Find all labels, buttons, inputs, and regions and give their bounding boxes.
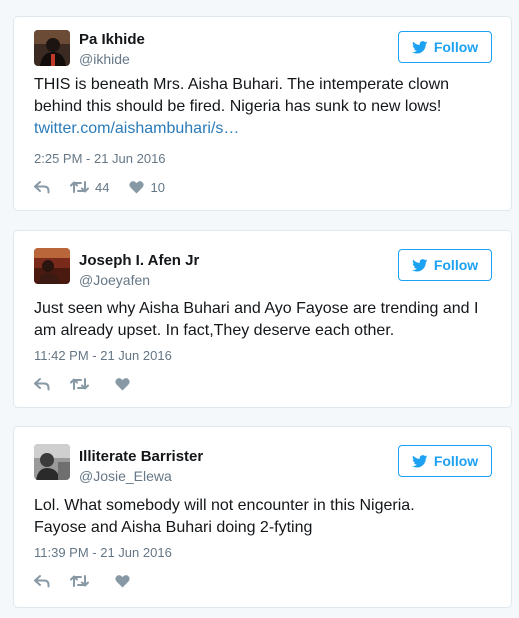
tweet-actions <box>34 571 130 591</box>
like-count: 10 <box>150 179 165 195</box>
tweet-card: Illiterate Barrister @Josie_Elewa Follow… <box>13 426 512 608</box>
heart-icon <box>129 180 145 194</box>
tweet-timestamp[interactable]: 11:42 PM - 21 Jun 2016 <box>34 348 172 363</box>
reply-icon <box>34 377 50 391</box>
tweet-timestamp[interactable]: 2:25 PM - 21 Jun 2016 <box>34 151 166 166</box>
tweet-text-line: THIS is beneath Mrs. Aisha Buhari. The i… <box>34 76 450 93</box>
follow-label: Follow <box>433 39 479 55</box>
twitter-bird-icon <box>411 40 428 54</box>
tweet-card: Joseph I. Afen Jr @Joeyafen Follow Just … <box>13 230 512 408</box>
display-name[interactable]: Joseph I. Afen Jr <box>79 252 199 269</box>
tweet-actions: 44 10 <box>34 177 165 197</box>
like-button[interactable] <box>115 377 130 391</box>
follow-button[interactable]: Follow <box>398 249 492 281</box>
like-button[interactable]: 10 <box>129 179 165 195</box>
display-name[interactable]: Pa Ikhide <box>79 31 145 48</box>
retweet-button[interactable] <box>70 574 89 588</box>
tweet-text-line: behind this should be fired. Nigeria has… <box>34 98 442 115</box>
reply-button[interactable] <box>34 574 50 588</box>
tweet-timestamp[interactable]: 11:39 PM - 21 Jun 2016 <box>34 545 172 560</box>
retweet-button[interactable]: 44 <box>70 180 109 195</box>
tweet-text-line: am already upset. In fact,They deserve e… <box>34 322 395 339</box>
tweet-text: Just seen why Aisha Buhari and Ayo Fayos… <box>34 298 504 342</box>
retweet-icon <box>70 377 89 391</box>
tweet-text: THIS is beneath Mrs. Aisha Buhari. The i… <box>34 74 504 140</box>
tweet-text-line: Fayose and Aisha Buhari doing 2-fyting <box>34 519 313 536</box>
like-button[interactable] <box>115 574 130 588</box>
user-handle[interactable]: @ikhide <box>79 51 130 67</box>
user-handle[interactable]: @Josie_Elewa <box>79 468 172 484</box>
follow-button[interactable]: Follow <box>398 31 492 63</box>
tweet-text: Lol. What somebody will not encounter in… <box>34 495 504 539</box>
reply-icon <box>34 574 50 588</box>
tweet-text-line: Just seen why Aisha Buhari and Ayo Fayos… <box>34 300 479 317</box>
reply-icon <box>34 180 50 194</box>
tweet-text-line: Lol. What somebody will not encounter in… <box>34 497 415 514</box>
user-handle[interactable]: @Joeyafen <box>79 272 150 288</box>
tweet-link[interactable]: twitter.com/aishambuhari/s… <box>34 118 504 140</box>
retweet-icon <box>70 574 89 588</box>
twitter-bird-icon <box>411 258 428 272</box>
tweet-actions <box>34 374 130 394</box>
reply-button[interactable] <box>34 377 50 391</box>
follow-label: Follow <box>433 453 479 469</box>
heart-icon <box>115 377 130 391</box>
twitter-bird-icon <box>411 454 428 468</box>
retweet-button[interactable] <box>70 377 89 391</box>
display-name[interactable]: Illiterate Barrister <box>79 448 203 465</box>
retweet-count: 44 <box>95 179 110 195</box>
follow-label: Follow <box>433 257 479 273</box>
avatar[interactable] <box>34 444 70 480</box>
heart-icon <box>115 574 130 588</box>
tweet-card: Pa Ikhide @ikhide Follow THIS is beneath… <box>13 16 512 211</box>
reply-button[interactable] <box>34 180 50 194</box>
follow-button[interactable]: Follow <box>398 445 492 477</box>
retweet-icon <box>70 180 89 194</box>
avatar[interactable] <box>34 30 70 66</box>
avatar[interactable] <box>34 248 70 284</box>
